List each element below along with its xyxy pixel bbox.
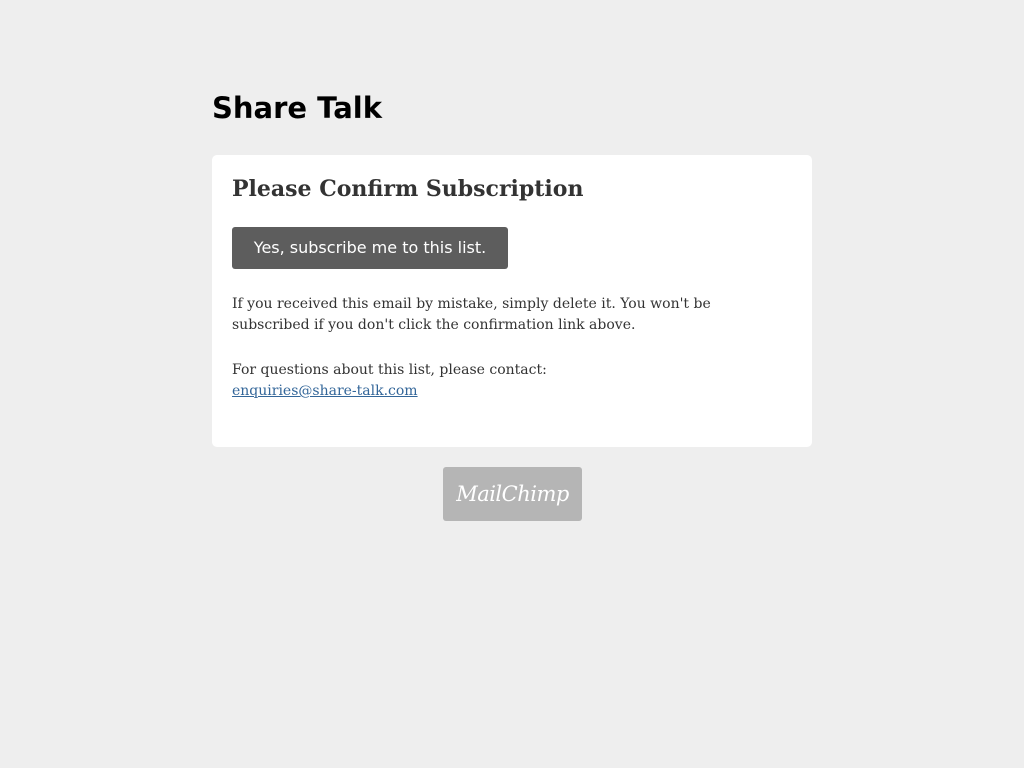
site-title: Share Talk: [212, 91, 383, 125]
contact-email-link[interactable]: enquiries@share-talk.com: [232, 383, 418, 399]
mailchimp-badge[interactable]: MailChimp: [443, 467, 582, 521]
contact-prompt: For questions about this list, please co…: [232, 362, 547, 378]
card-heading: Please Confirm Subscription: [232, 176, 584, 202]
mistake-notice: If you received this email by mistake, s…: [232, 296, 711, 333]
confirmation-card: Please Confirm Subscription Yes, subscri…: [212, 155, 812, 447]
confirm-subscription-button[interactable]: Yes, subscribe me to this list.: [232, 227, 508, 269]
mailchimp-logo-text: MailChimp: [456, 482, 569, 506]
contact-paragraph: For questions about this list, please co…: [232, 360, 752, 402]
